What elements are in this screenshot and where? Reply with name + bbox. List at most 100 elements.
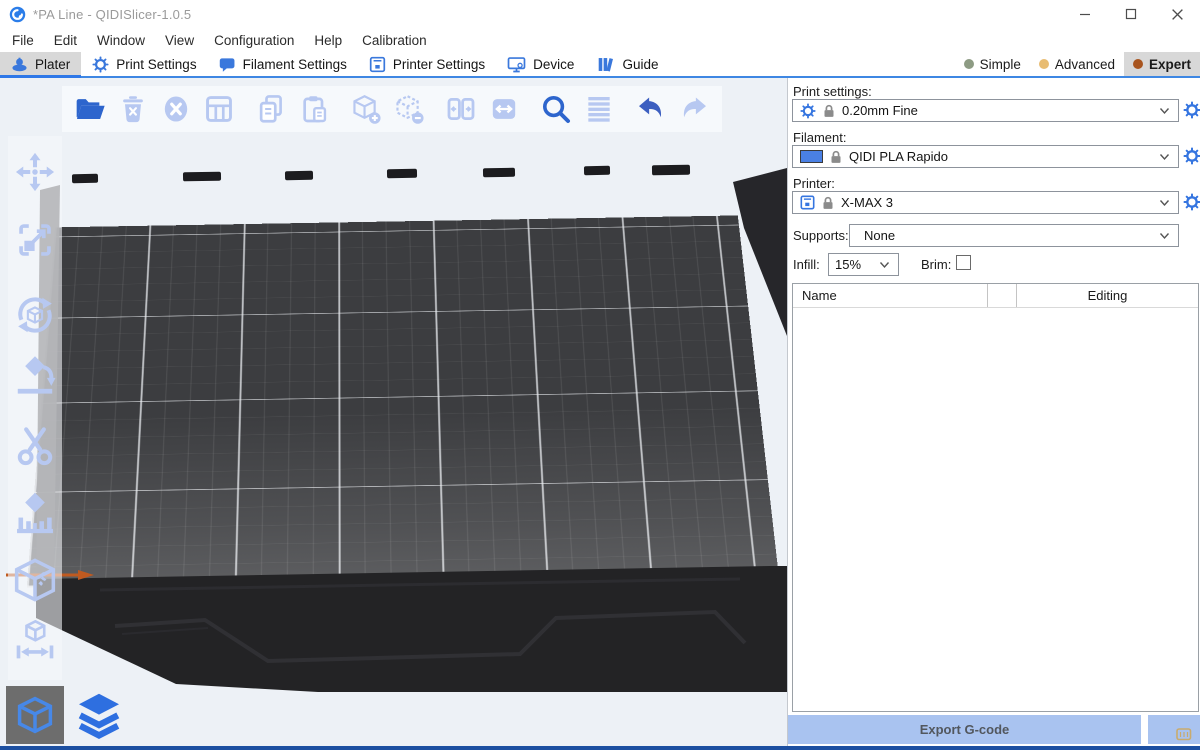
export-gcode-sd-button[interactable] (1148, 715, 1200, 744)
mode-label: Advanced (1055, 57, 1115, 72)
paste-icon[interactable] (298, 93, 330, 125)
menu-view[interactable]: View (162, 31, 197, 50)
tab-filament-settings[interactable]: Filament Settings (208, 52, 358, 76)
rotate-icon[interactable] (13, 293, 57, 337)
export-row: Export G-code (788, 715, 1200, 744)
gear-icon (1183, 147, 1200, 165)
maximize-button[interactable] (1108, 0, 1154, 28)
delete-all-icon[interactable] (160, 93, 192, 125)
window-bottom-border (0, 746, 1200, 750)
open-project-icon[interactable] (74, 93, 106, 125)
filament-label: Filament: (793, 130, 846, 145)
close-icon (1171, 8, 1184, 21)
filament-gear-button[interactable] (1183, 147, 1200, 165)
move-icon[interactable] (13, 150, 57, 194)
tab-label: Plater (35, 57, 70, 72)
right-sidebar: Print settings: 0.20mm Fine Filament: QI… (787, 78, 1200, 750)
chevron-down-icon (1159, 107, 1170, 115)
remove-instance-icon[interactable] (393, 93, 425, 125)
tab-guide[interactable]: Guide (585, 52, 669, 76)
preview-view-button[interactable] (71, 686, 127, 744)
printer-gear-button[interactable] (1183, 193, 1200, 211)
preview-layers-icon (75, 691, 123, 739)
print-settings-combo[interactable]: 0.20mm Fine (792, 99, 1179, 122)
supports-label: Supports: (793, 228, 849, 243)
filament-icon (219, 56, 236, 73)
mode-advanced[interactable]: Advanced (1030, 52, 1124, 76)
menu-bar: File Edit Window View Configuration Help… (0, 28, 1200, 52)
window-title: *PA Line - QIDISlicer-1.0.5 (33, 7, 191, 22)
menu-help[interactable]: Help (311, 31, 345, 50)
tab-plater[interactable]: Plater (0, 52, 81, 76)
scale-icon[interactable] (13, 218, 57, 262)
undo-icon[interactable] (635, 93, 667, 125)
brim-label: Brim: (921, 257, 951, 272)
infill-label: Infill: (793, 257, 820, 272)
paint-supports-icon[interactable] (13, 493, 57, 537)
add-instance-icon[interactable] (350, 93, 382, 125)
menu-edit[interactable]: Edit (51, 31, 80, 50)
gear-icon (1183, 193, 1200, 211)
tab-label: Printer Settings (393, 57, 485, 72)
export-gcode-button[interactable]: Export G-code (788, 715, 1141, 744)
sd-card-icon (1176, 728, 1192, 741)
menu-window[interactable]: Window (94, 31, 148, 50)
print-settings-gear-button[interactable] (1183, 101, 1200, 119)
tab-print-settings[interactable]: Print Settings (81, 52, 207, 76)
gear-icon (92, 56, 109, 73)
printer-label: Printer: (793, 176, 835, 191)
split-to-objects-icon[interactable] (445, 93, 477, 125)
seam-painting-icon[interactable] (10, 555, 60, 605)
mode-label: Expert (1149, 57, 1191, 72)
chevron-down-icon (1159, 199, 1170, 207)
variable-layer-height-icon[interactable] (583, 93, 615, 125)
tab-label: Filament Settings (243, 57, 347, 72)
tab-device[interactable]: Device (496, 52, 585, 76)
delete-icon[interactable] (117, 93, 149, 125)
tab-label: Guide (622, 57, 658, 72)
column-editing: Editing (1017, 288, 1198, 303)
printer-value: X-MAX 3 (841, 195, 1152, 210)
filament-combo[interactable]: QIDI PLA Rapido (792, 145, 1179, 168)
column-extruder (987, 284, 1017, 307)
gear-icon (800, 103, 816, 119)
column-name: Name (793, 288, 987, 303)
copy-icon[interactable] (255, 93, 287, 125)
maximize-icon (1125, 8, 1137, 20)
search-icon[interactable] (540, 93, 572, 125)
device-monitor-icon (507, 56, 526, 73)
plater-icon (11, 56, 28, 73)
close-button[interactable] (1154, 0, 1200, 28)
split-to-parts-icon[interactable] (488, 93, 520, 125)
cut-icon[interactable] (13, 425, 57, 469)
mode-label: Simple (980, 57, 1021, 72)
infill-value: 15% (835, 257, 872, 272)
menu-configuration[interactable]: Configuration (211, 31, 297, 50)
brim-checkbox[interactable] (956, 255, 971, 270)
expert-mode-dot-icon (1133, 59, 1143, 69)
print-settings-label: Print settings: (793, 84, 872, 99)
minimize-button[interactable] (1062, 0, 1108, 28)
filament-value: QIDI PLA Rapido (849, 149, 1152, 164)
print-settings-value: 0.20mm Fine (842, 103, 1152, 118)
gear-icon (1183, 101, 1200, 119)
object-list[interactable]: Name Editing (792, 283, 1199, 712)
redo-icon[interactable] (678, 93, 710, 125)
supports-combo[interactable]: None (849, 224, 1179, 247)
menu-file[interactable]: File (9, 31, 37, 50)
chevron-down-icon (1159, 232, 1170, 240)
infill-combo[interactable]: 15% (828, 253, 899, 276)
3d-viewport[interactable] (0, 78, 787, 750)
arrange-icon[interactable] (203, 93, 235, 125)
mode-expert[interactable]: Expert (1124, 52, 1200, 76)
measure-icon[interactable] (13, 618, 57, 662)
mode-simple[interactable]: Simple (955, 52, 1030, 76)
simple-mode-dot-icon (964, 59, 974, 69)
menu-calibration[interactable]: Calibration (359, 31, 430, 50)
3d-editor-view-button[interactable] (6, 686, 64, 744)
3d-editor-cube-icon (14, 694, 56, 736)
tab-label: Print Settings (116, 57, 196, 72)
place-on-face-icon[interactable] (13, 354, 57, 398)
tab-printer-settings[interactable]: Printer Settings (358, 52, 496, 76)
printer-combo[interactable]: X-MAX 3 (792, 191, 1179, 214)
